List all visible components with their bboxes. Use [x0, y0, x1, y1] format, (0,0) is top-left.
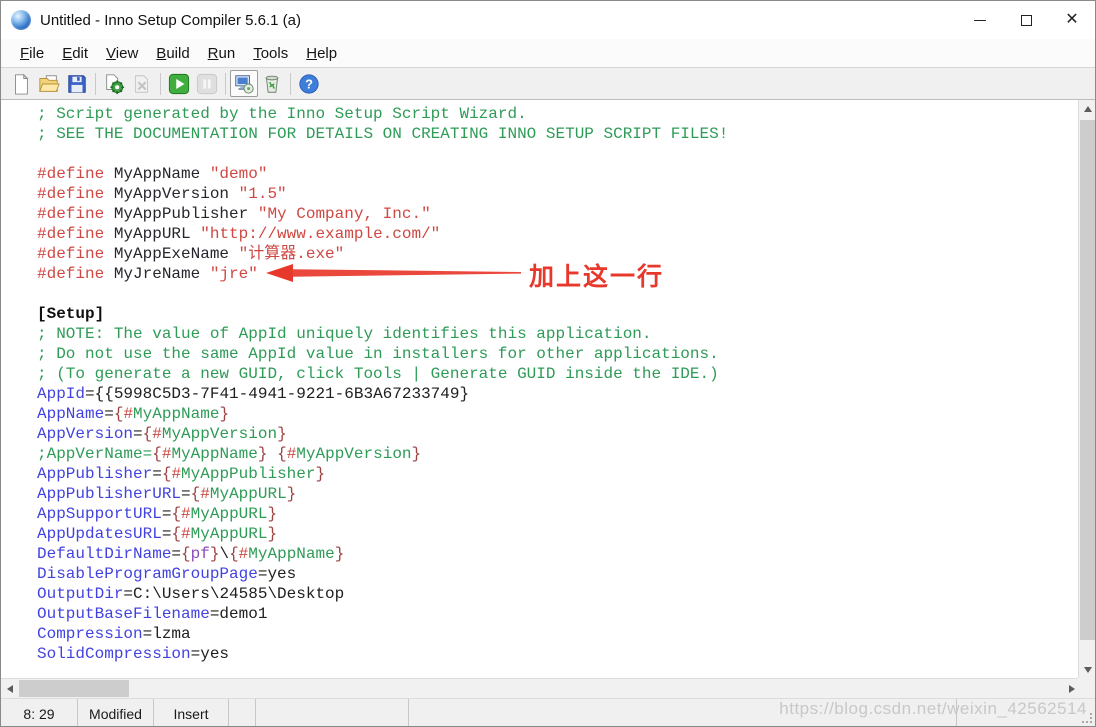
svg-text:?: ?: [305, 76, 313, 91]
code-area: ; Script generated by the Inno Setup Scr…: [1, 100, 1080, 664]
menu-file[interactable]: File: [11, 42, 53, 65]
maximize-icon: [1020, 14, 1032, 26]
horizontal-scrollbar[interactable]: [1, 678, 1080, 698]
scroll-down-button[interactable]: [1079, 661, 1095, 678]
target-uninstall-icon: [265, 75, 279, 93]
close-button[interactable]: ✕: [1049, 1, 1095, 39]
maximize-button[interactable]: [1003, 1, 1049, 39]
code-line: #define MyAppURL "http://www.example.com…: [37, 225, 441, 243]
chevron-down-icon: [1083, 666, 1092, 673]
annotation-arrow: [266, 264, 521, 282]
chevron-right-icon: [1068, 684, 1075, 693]
status-line-col: 8: 29: [1, 699, 78, 726]
code-line: DisableProgramGroupPage=yes: [37, 565, 297, 583]
code-line: #define MyAppName "demo": [37, 165, 268, 183]
pause-button: [193, 70, 221, 97]
minimize-button[interactable]: [957, 1, 1003, 39]
open-script-button[interactable]: [35, 70, 63, 97]
status-empty-cell: [409, 699, 957, 726]
new-script-button[interactable]: [7, 70, 35, 97]
status-empty-cell: [229, 699, 256, 726]
inno-setup-window: Untitled - Inno Setup Compiler 5.6.1 (a)…: [0, 0, 1096, 727]
menu-bar: File Edit View Build Run Tools Help: [1, 39, 1095, 67]
new-file-icon: [15, 73, 29, 95]
status-empty-cell: [957, 699, 1095, 726]
menu-help[interactable]: Help: [297, 42, 346, 65]
code-line: AppPublisher={#MyAppPublisher}: [37, 465, 326, 483]
save-script-button[interactable]: [63, 70, 91, 97]
toolbar-separator: [160, 72, 161, 95]
resize-grip-icon[interactable]: [1082, 713, 1092, 723]
code-line: ; Script generated by the Inno Setup Scr…: [37, 105, 527, 123]
toolbar-separator: [225, 72, 226, 95]
minimize-icon: [974, 19, 986, 21]
menu-edit[interactable]: Edit: [53, 42, 97, 65]
vertical-scrollbar[interactable]: [1078, 100, 1095, 678]
status-empty-cell: [256, 699, 409, 726]
code-line: ; (To generate a new GUID, click Tools |…: [37, 365, 719, 383]
code-line: OutputDir=C:\Users\24585\Desktop: [37, 585, 345, 603]
menu-run[interactable]: Run: [199, 42, 245, 65]
compile-icon: [106, 73, 125, 94]
pause-icon: [196, 73, 218, 94]
code-line: AppPublisherURL={#MyAppURL}: [37, 485, 297, 503]
code-line: ; SEE THE DOCUMENTATION FOR DETAILS ON C…: [37, 125, 729, 143]
close-icon: ✕: [1065, 11, 1079, 28]
menu-build[interactable]: Build: [147, 42, 198, 65]
code-line: ; NOTE: The value of AppId uniquely iden…: [37, 325, 652, 343]
code-line: SolidCompression=yes: [37, 645, 230, 663]
run-button[interactable]: [165, 70, 193, 97]
menu-tools[interactable]: Tools: [244, 42, 297, 65]
code-line: OutputBaseFilename=demo1: [37, 605, 268, 623]
status-insert-mode: Insert: [154, 699, 229, 726]
toolbar: ?: [1, 67, 1095, 100]
scroll-up-button[interactable]: [1079, 100, 1095, 117]
code-line: Compression=lzma: [37, 625, 191, 643]
save-icon: [68, 74, 86, 93]
compile-button[interactable]: [100, 70, 128, 97]
chevron-up-icon: [1083, 105, 1092, 112]
open-file-icon: [39, 74, 60, 92]
code-line: AppVersion={#MyAppVersion}: [37, 425, 287, 443]
toolbar-separator: [95, 72, 96, 95]
target-setup-icon: [235, 74, 254, 94]
target-setup-button[interactable]: [230, 70, 258, 97]
code-line: #define MyAppVersion "1.5": [37, 185, 287, 203]
run-icon: [168, 73, 190, 94]
status-bar: 8: 29 Modified Insert: [1, 698, 1095, 726]
code-line: [Setup]: [37, 305, 105, 323]
code-line: AppId={{5998C5D3-7F41-4941-9221-6B3A6723…: [37, 385, 470, 403]
code-line: ; Do not use the same AppId value in ins…: [37, 345, 719, 363]
help-icon: ?: [299, 73, 319, 94]
code-line: ;AppVerName={#MyAppName} {#MyAppVersion}: [37, 445, 422, 463]
stop-compile-icon: [135, 74, 148, 93]
scroll-left-button[interactable]: [1, 679, 18, 698]
chevron-left-icon: [6, 684, 13, 693]
code-line: DefaultDirName={pf}\{#MyAppName}: [37, 545, 345, 563]
code-line: AppName={#MyAppName}: [37, 405, 230, 423]
target-uninstall-button[interactable]: [258, 70, 286, 97]
app-icon: [11, 10, 31, 30]
code-line: #define MyAppPublisher "My Company, Inc.…: [37, 205, 431, 223]
script-editor[interactable]: ; Script generated by the Inno Setup Scr…: [1, 100, 1080, 678]
code-line: AppUpdatesURL={#MyAppURL}: [37, 525, 278, 543]
title-bar: Untitled - Inno Setup Compiler 5.6.1 (a)…: [1, 1, 1095, 39]
code-line: AppSupportURL={#MyAppURL}: [37, 505, 278, 523]
stop-compile-button: [128, 70, 156, 97]
annotation-label: 加上这一行: [529, 263, 665, 291]
vertical-scroll-thumb[interactable]: [1080, 120, 1095, 640]
status-modified: Modified: [78, 699, 154, 726]
horizontal-scroll-thumb[interactable]: [19, 680, 129, 697]
help-button[interactable]: ?: [295, 70, 323, 97]
window-title: Untitled - Inno Setup Compiler 5.6.1 (a): [40, 11, 301, 29]
toolbar-separator: [290, 72, 291, 95]
menu-view[interactable]: View: [97, 42, 147, 65]
scrollbar-corner: [1078, 678, 1095, 698]
